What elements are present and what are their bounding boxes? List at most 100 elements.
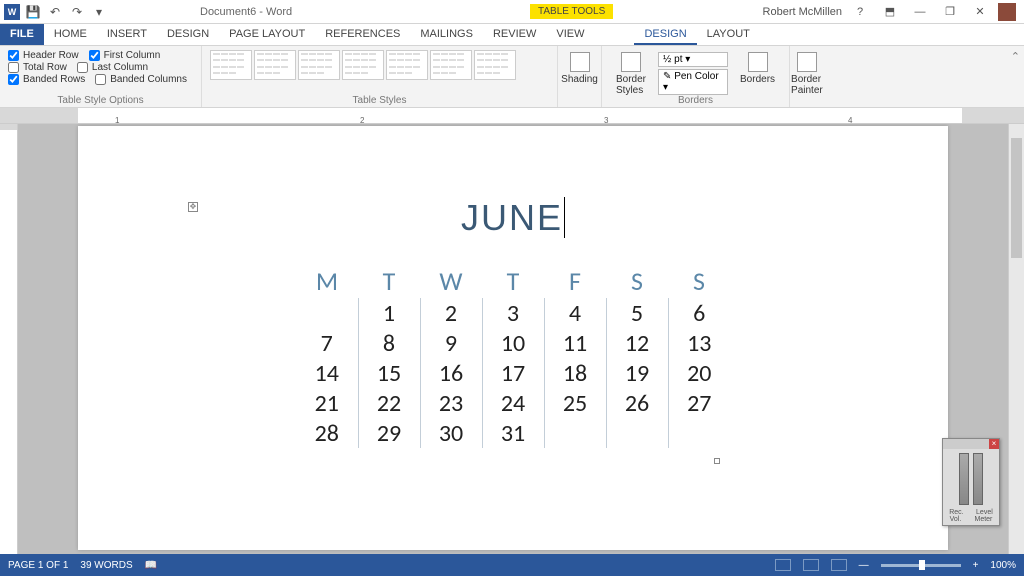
calendar-cell[interactable]: 14 [296,358,358,388]
help-icon[interactable]: ? [848,6,872,18]
shading-button[interactable]: Shading [566,50,593,87]
word-count[interactable]: 39 WORDS [80,560,132,571]
calendar-cell[interactable]: 11 [544,328,606,358]
tab-mailings[interactable]: MAILINGS [410,24,483,45]
ruler-horizontal[interactable]: 1 2 3 4 [0,108,1024,124]
border-painter-button[interactable]: Border Painter [785,50,829,98]
undo-icon[interactable]: ↶ [46,3,64,21]
pen-color-select[interactable]: ✎ Pen Color ▾ [658,69,728,95]
calendar-cell[interactable]: 1 [358,298,420,328]
tab-design[interactable]: DESIGN [157,24,219,45]
style-thumb[interactable] [210,50,252,80]
ribbon-collapse-icon[interactable]: ⬒ [878,5,902,18]
tab-file[interactable]: FILE [0,24,44,45]
calendar-cell[interactable]: 31 [482,418,544,448]
tab-view[interactable]: VIEW [546,24,594,45]
table-resize-handle[interactable] [714,458,720,464]
calendar-cell[interactable]: 10 [482,328,544,358]
check-header-row[interactable]: Header Row [8,50,79,61]
user-name[interactable]: Robert McMillen [763,6,842,18]
calendar-table[interactable]: MTWTFSS123456789101112131415161718192021… [296,264,730,448]
calendar-cell[interactable] [606,418,668,448]
page[interactable]: ✥ JUNE MTWTFSS12345678910111213141516171… [78,126,948,550]
check-banded-columns[interactable]: Banded Columns [95,74,187,85]
tab-table-layout[interactable]: LAYOUT [697,24,760,45]
calendar-cell[interactable]: 28 [296,418,358,448]
calendar-cell[interactable]: 24 [482,388,544,418]
style-thumb[interactable] [254,50,296,80]
tab-insert[interactable]: INSERT [97,24,157,45]
tab-page-layout[interactable]: PAGE LAYOUT [219,24,315,45]
proofing-icon[interactable]: 📖 [145,560,157,571]
style-thumb[interactable] [386,50,428,80]
border-styles-button[interactable]: Border Styles [610,50,652,98]
view-web-layout[interactable] [831,559,847,571]
calendar-cell[interactable]: 16 [420,358,482,388]
view-read-mode[interactable] [803,559,819,571]
recorder-close-button[interactable]: × [989,439,999,449]
check-total-row[interactable]: Total Row [8,62,67,73]
restore-button[interactable]: ❐ [938,5,962,18]
calendar-cell[interactable]: 4 [544,298,606,328]
calendar-cell[interactable]: 13 [668,328,730,358]
calendar-title[interactable]: JUNE [178,196,848,240]
avatar[interactable] [998,3,1016,21]
table-styles-gallery[interactable] [210,50,540,80]
scroll-thumb[interactable] [1011,138,1022,258]
calendar-cell[interactable]: 20 [668,358,730,388]
calendar-cell[interactable]: 2 [420,298,482,328]
zoom-level[interactable]: 100% [990,560,1016,571]
calendar-cell[interactable]: 27 [668,388,730,418]
calendar-cell[interactable]: 3 [482,298,544,328]
qat-dropdown-icon[interactable]: ▾ [90,3,108,21]
scrollbar-vertical[interactable] [1008,124,1024,554]
calendar-cell[interactable] [296,298,358,328]
calendar-cell[interactable]: 12 [606,328,668,358]
close-button[interactable]: ✕ [968,5,992,18]
calendar-cell[interactable]: 23 [420,388,482,418]
style-thumb[interactable] [474,50,516,80]
calendar-cell[interactable]: 22 [358,388,420,418]
calendar-cell[interactable]: 30 [420,418,482,448]
calendar-cell[interactable]: 25 [544,388,606,418]
page-indicator[interactable]: PAGE 1 OF 1 [8,560,68,571]
level-bar [959,453,969,505]
check-banded-rows[interactable]: Banded Rows [8,74,85,85]
collapse-ribbon-icon[interactable]: ⌃ [1011,50,1020,63]
calendar-cell[interactable] [668,418,730,448]
recorder-widget[interactable]: × Rec.Level Vol.Meter [942,438,1000,526]
style-thumb[interactable] [430,50,472,80]
calendar-cell[interactable]: 17 [482,358,544,388]
tab-home[interactable]: HOME [44,24,97,45]
check-first-column[interactable]: First Column [89,50,161,61]
calendar-cell[interactable]: 9 [420,328,482,358]
calendar-cell[interactable]: 8 [358,328,420,358]
calendar-cell[interactable]: 15 [358,358,420,388]
document-area[interactable]: ✥ JUNE MTWTFSS12345678910111213141516171… [18,124,1008,554]
minimize-button[interactable]: — [908,6,932,18]
style-thumb[interactable] [342,50,384,80]
tab-table-design[interactable]: DESIGN [634,24,696,45]
tab-review[interactable]: REVIEW [483,24,546,45]
calendar-cell[interactable]: 29 [358,418,420,448]
redo-icon[interactable]: ↷ [68,3,86,21]
borders-button[interactable]: Borders [734,50,781,98]
calendar-cell[interactable]: 5 [606,298,668,328]
style-thumb[interactable] [298,50,340,80]
calendar-cell[interactable] [544,418,606,448]
calendar-cell[interactable]: 18 [544,358,606,388]
view-print-layout[interactable] [775,559,791,571]
calendar-cell[interactable]: 26 [606,388,668,418]
ruler-vertical[interactable] [0,124,18,554]
calendar-cell[interactable]: 19 [606,358,668,388]
zoom-slider[interactable] [881,564,961,567]
zoom-out[interactable]: — [859,560,869,571]
tab-references[interactable]: REFERENCES [315,24,410,45]
pen-weight-select[interactable]: ½ pt ▾ [658,52,728,67]
calendar-cell[interactable]: 21 [296,388,358,418]
calendar-cell[interactable]: 6 [668,298,730,328]
check-last-column[interactable]: Last Column [77,62,148,73]
save-icon[interactable]: 💾 [24,3,42,21]
calendar-cell[interactable]: 7 [296,328,358,358]
zoom-in[interactable]: + [973,560,979,571]
